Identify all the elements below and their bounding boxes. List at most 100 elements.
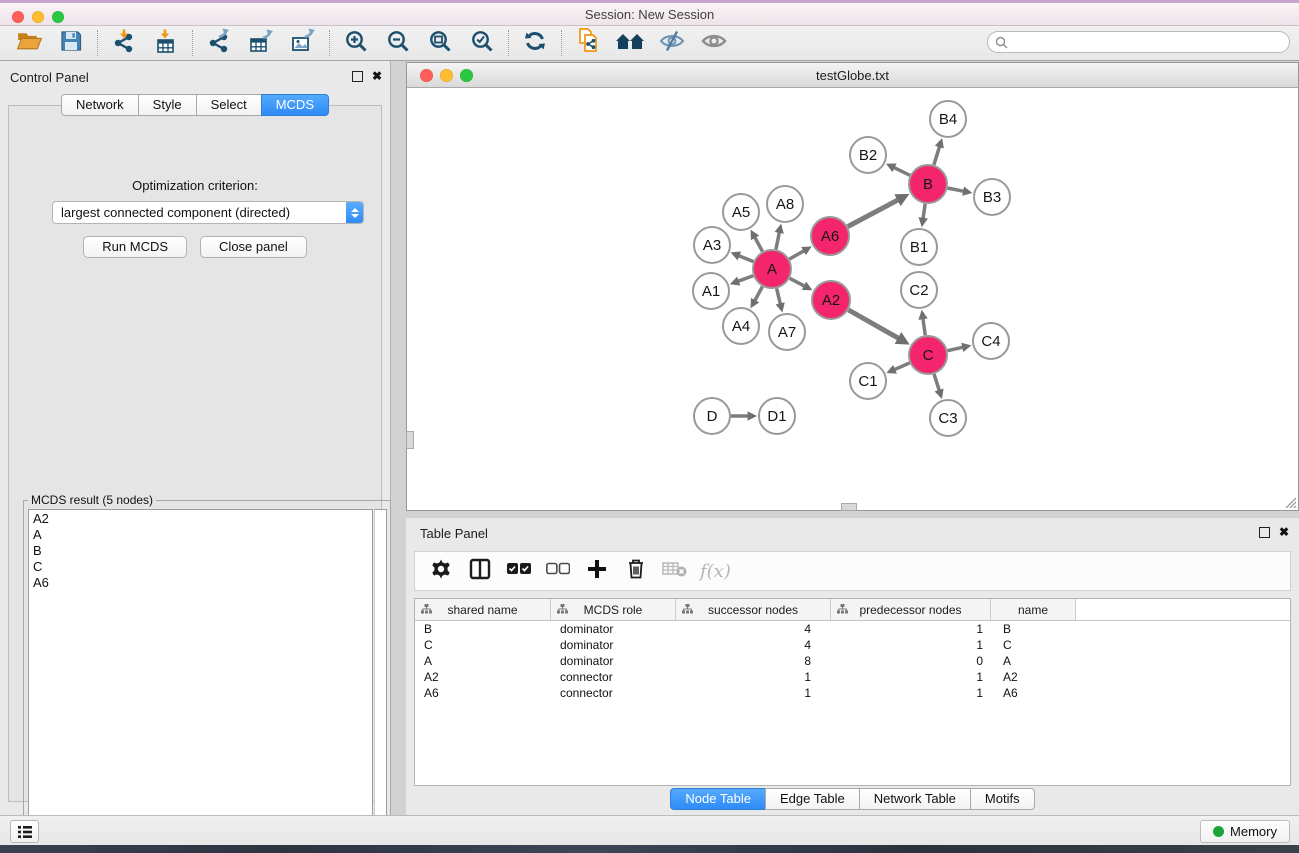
deselect-all-button[interactable] [544, 557, 572, 585]
graph-edge-A6-B[interactable] [848, 199, 900, 226]
table-row[interactable]: Bdominator41B [415, 621, 1290, 637]
mcds-result-item[interactable]: A6 [29, 575, 372, 591]
main-titlebar: Session: New Session [0, 3, 1299, 26]
table-row[interactable]: A2connector11A2 [415, 669, 1290, 685]
run-mcds-button[interactable]: Run MCDS [83, 236, 187, 258]
table-tab-network-table[interactable]: Network Table [859, 788, 971, 810]
search-box[interactable] [987, 31, 1290, 53]
network-window-titlebar[interactable]: testGlobe.txt [407, 63, 1298, 88]
save-session-button[interactable] [50, 28, 92, 58]
table-row[interactable]: Cdominator41C [415, 637, 1290, 653]
mcds-result-item[interactable]: A2 [29, 511, 372, 527]
graph-node-label: A4 [732, 318, 750, 335]
column-header-predecessor-nodes[interactable]: predecessor nodes [831, 599, 991, 620]
table-tab-edge-table[interactable]: Edge Table [765, 788, 860, 810]
column-header-MCDS-role[interactable]: MCDS role [551, 599, 676, 620]
graph-node-label: B4 [939, 111, 957, 128]
table-cell: 1 [831, 686, 991, 700]
float-table-panel-icon[interactable] [1259, 527, 1270, 538]
graph-edge-A-A3[interactable] [737, 255, 753, 261]
network-column-icon [682, 604, 693, 618]
graph-edge-A-A5[interactable] [754, 236, 762, 251]
graph-edge-B-B2[interactable] [893, 167, 910, 175]
column-header-name[interactable]: name [991, 599, 1076, 620]
zoom-fit-button[interactable] [419, 28, 461, 58]
show-all-icon [701, 29, 727, 58]
select-all-button[interactable] [505, 557, 533, 585]
mcds-list-scrollbar[interactable] [374, 509, 387, 838]
mcds-result-item[interactable]: B [29, 543, 372, 559]
save-session-icon [59, 29, 83, 58]
close-panel-button[interactable]: Close panel [200, 236, 307, 258]
show-all-button[interactable] [693, 28, 735, 58]
graph-edge-C-C1[interactable] [893, 363, 909, 370]
graph-edge-C-C4[interactable] [948, 347, 965, 351]
add-row-icon [587, 559, 607, 584]
columns-button[interactable] [466, 557, 494, 585]
import-network-button[interactable] [103, 28, 145, 58]
function-builder-button[interactable]: f(x) [700, 561, 731, 582]
export-image-button[interactable] [282, 28, 324, 58]
graph-node-label: D1 [767, 408, 786, 425]
task-history-button[interactable] [10, 820, 39, 843]
tab-mcds[interactable]: MCDS [261, 94, 329, 116]
resize-grip-icon[interactable] [1283, 495, 1296, 508]
graph-edge-A-A6[interactable] [789, 250, 805, 259]
column-header-successor-nodes[interactable]: successor nodes [676, 599, 831, 620]
graph-edge-A-A7[interactable] [777, 288, 781, 305]
settings-button[interactable] [427, 557, 455, 585]
zoom-in-button[interactable] [335, 28, 377, 58]
search-input[interactable] [1008, 33, 1289, 51]
graph-edge-B-B1[interactable] [923, 204, 925, 220]
zoom-out-button[interactable] [377, 28, 419, 58]
column-header-shared-name[interactable]: shared name [415, 599, 551, 620]
table-cell: A [991, 654, 1076, 668]
mcds-result-item[interactable]: A [29, 527, 372, 543]
graph-node-label: C1 [858, 373, 877, 390]
hide-selected-button[interactable] [651, 28, 693, 58]
graph-edge-C-C3[interactable] [934, 374, 940, 392]
export-network-button[interactable] [198, 28, 240, 58]
import-table-button[interactable] [145, 28, 187, 58]
clone-network-button[interactable] [567, 28, 609, 58]
graph-edge-A-A2[interactable] [790, 278, 806, 286]
graph-edge-A2-C[interactable] [848, 310, 899, 339]
graph-edge-A-A4[interactable] [754, 287, 762, 302]
add-row-button[interactable] [583, 557, 611, 585]
memory-button[interactable]: Memory [1200, 820, 1290, 843]
graph-edge-C-C2[interactable] [923, 317, 925, 335]
mcds-result-list[interactable]: A2ABCA6 [28, 509, 373, 838]
zoom-selected-button[interactable] [461, 28, 503, 58]
table-tab-motifs[interactable]: Motifs [970, 788, 1035, 810]
table-row[interactable]: A6connector11A6 [415, 685, 1290, 701]
tab-select[interactable]: Select [196, 94, 262, 116]
search-icon [995, 36, 1008, 49]
delete-row-button[interactable] [622, 557, 650, 585]
export-table-button[interactable] [240, 28, 282, 58]
graph-edge-A-A1[interactable] [737, 276, 753, 282]
mcds-result-item[interactable]: C [29, 559, 372, 575]
table-cell: 1 [831, 622, 991, 636]
network-canvas[interactable]: B4B2BB3A8A5A6A3B1AA1C2A2A4A7C4CC1C3DD1 [408, 88, 1297, 509]
column-label: successor nodes [708, 603, 798, 617]
criterion-dropdown[interactable]: largest connected component (directed) [52, 201, 364, 224]
tab-style[interactable]: Style [138, 94, 197, 116]
graph-node-label: A2 [822, 292, 840, 309]
open-session-button[interactable] [8, 28, 50, 58]
graph-edge-A-A8[interactable] [776, 231, 780, 249]
delete-table-button[interactable] [661, 557, 689, 585]
splitter-handle[interactable] [406, 431, 414, 449]
table-tab-node-table[interactable]: Node Table [670, 788, 766, 810]
toolbar-separator [329, 30, 330, 56]
float-panel-icon[interactable] [352, 71, 363, 82]
tab-network[interactable]: Network [61, 94, 139, 116]
home-first-neighbors-button[interactable] [609, 28, 651, 58]
table-cell: 1 [831, 638, 991, 652]
close-panel-icon[interactable]: ✖ [372, 70, 382, 82]
splitter-handle[interactable] [841, 503, 857, 511]
graph-edge-B-B3[interactable] [948, 188, 965, 192]
table-row[interactable]: Adominator80A [415, 653, 1290, 669]
graph-edge-B-B4[interactable] [934, 145, 940, 165]
refresh-button[interactable] [514, 28, 556, 58]
close-table-panel-icon[interactable]: ✖ [1279, 526, 1289, 538]
